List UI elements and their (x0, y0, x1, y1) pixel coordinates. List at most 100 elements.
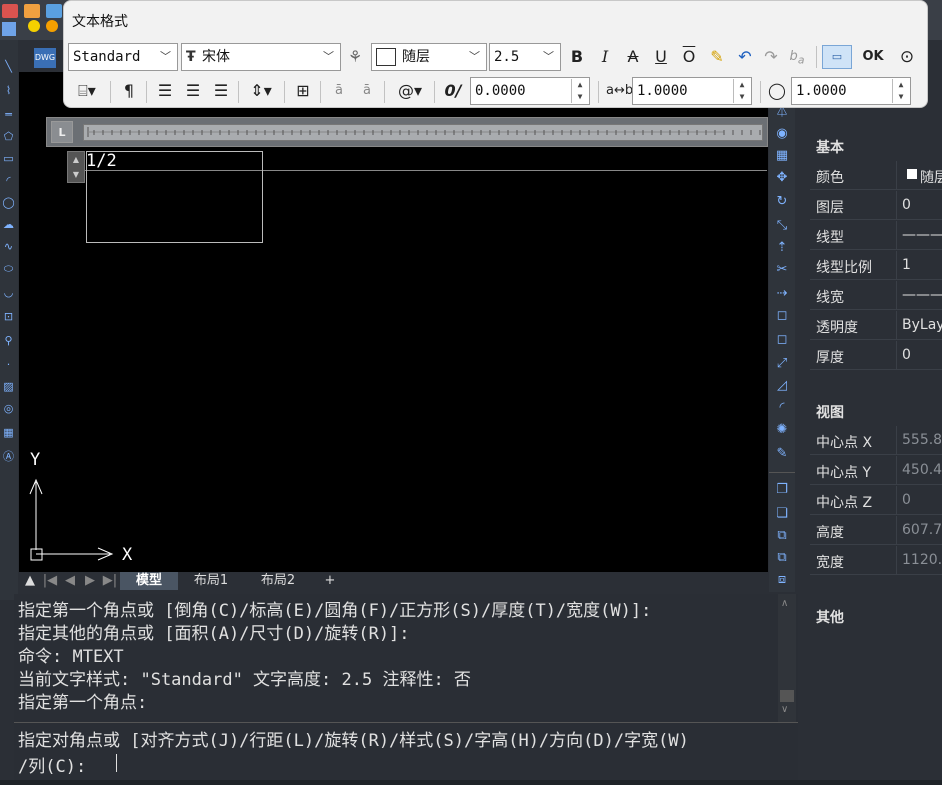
italic-button[interactable]: I (594, 46, 616, 68)
prop-row-linetype-scale[interactable]: 线型比例 1 (810, 251, 942, 280)
prop-row-height[interactable]: 高度 607.7 (810, 516, 942, 545)
redo-icon[interactable]: ↷ (760, 46, 782, 68)
break-tool-icon[interactable]: ◻ (774, 332, 790, 348)
tracking-stepper[interactable]: ▲ ▼ (733, 79, 749, 103)
ellipse-tool-icon[interactable]: ⬭ (2, 262, 15, 275)
insert-block-icon[interactable]: ⊡ (2, 310, 15, 323)
oblique-angle-stepper[interactable]: ▲ ▼ (571, 79, 587, 103)
dwg-file-icon[interactable]: DWG (34, 48, 56, 68)
strikethrough-button[interactable]: A (622, 46, 644, 68)
overline-button[interactable]: O (678, 46, 700, 68)
basic-section-title[interactable]: 基本 (816, 137, 844, 157)
tab-first-icon[interactable]: |◀ (41, 572, 59, 590)
align-left-icon[interactable]: ☰ (154, 80, 176, 102)
scroll-up-icon[interactable]: ∧ (781, 598, 788, 609)
multiline-tool-icon[interactable]: ═ (2, 108, 15, 121)
tab-scroll-up-icon[interactable]: ▲ (21, 572, 39, 590)
prop-row-center-x[interactable]: 中心点 X 555.8 (810, 426, 942, 455)
polyline-tool-icon[interactable]: ⌇ (2, 84, 15, 97)
undo-icon[interactable]: ↶ (734, 46, 756, 68)
bring-front-icon[interactable]: ❐ (774, 482, 790, 498)
annotative-icon[interactable]: ⚘ (344, 46, 366, 68)
other-section-title[interactable]: 其他 (816, 607, 844, 627)
prop-row-transparency[interactable]: 透明度 ByLay (810, 311, 942, 340)
columns-dropdown-icon[interactable]: ⌸▾ (70, 80, 104, 102)
text-style-select[interactable]: Standard ﹀ (68, 43, 178, 71)
tab-model[interactable]: 模型 (120, 572, 178, 590)
tab-prev-icon[interactable]: ◀ (61, 572, 79, 590)
match-format-brush-icon[interactable]: ✎ (706, 46, 728, 68)
scroll-down-icon[interactable]: ∨ (781, 704, 788, 715)
width-factor-input[interactable]: 1.0000 ▲ ▼ (791, 77, 911, 105)
break-at-point-icon[interactable]: ◻ (774, 308, 790, 324)
prop-row-layer[interactable]: 图层 0 (810, 191, 942, 220)
fillet-tool-icon[interactable]: ◜ (774, 400, 790, 416)
scale-tool-icon[interactable]: ⤡ (774, 218, 790, 234)
tab-type-button[interactable]: L (51, 121, 73, 143)
bring-above-icon[interactable]: ⧉ (774, 528, 790, 544)
layer-manager-icon[interactable] (2, 22, 16, 36)
send-back-icon[interactable]: ❏ (774, 506, 790, 522)
options-expand-icon[interactable]: ⊙ (896, 46, 918, 68)
circle-tool-icon[interactable]: ◯ (2, 196, 15, 209)
ruler-toggle-icon[interactable]: ▭ (822, 45, 852, 69)
line-spacing-dropdown-icon[interactable]: ⇕▾ (244, 80, 278, 102)
table-tool-icon[interactable]: ▦ (2, 426, 15, 439)
command-history-scrollbar[interactable]: ∧ ∨ (778, 594, 796, 722)
tab-layout1[interactable]: 布局1 (181, 572, 241, 590)
prop-row-thickness[interactable]: 厚度 0 (810, 341, 942, 370)
prop-row-linetype[interactable]: 线型 ——— (810, 221, 942, 250)
ok-button[interactable]: OK (860, 46, 886, 68)
join-tool-icon[interactable]: ⤢ (774, 356, 790, 372)
make-block-icon[interactable]: ⚲ (2, 334, 15, 347)
oblique-angle-input[interactable]: 0.0000 ▲ ▼ (470, 77, 590, 105)
uppercase-icon[interactable]: ā (328, 80, 350, 102)
bold-button[interactable]: B (566, 46, 588, 68)
extend-tool-icon[interactable]: ⇢ (774, 286, 790, 302)
point-tool-icon[interactable]: · (2, 358, 15, 371)
stretch-tool-icon[interactable]: ⇡ (774, 240, 790, 256)
stepper-up-icon[interactable]: ▲ (893, 79, 909, 91)
stepper-down-icon[interactable]: ▼ (893, 91, 909, 103)
arc-tool-icon[interactable]: ◜ (2, 174, 15, 187)
tab-last-icon[interactable]: ▶| (101, 572, 119, 590)
align-right-icon[interactable]: ☰ (210, 80, 232, 102)
tab-next-icon[interactable]: ▶ (81, 572, 99, 590)
layer-freeze-icon[interactable] (46, 20, 58, 32)
stepper-up-icon[interactable]: ▲ (572, 79, 588, 91)
explode-tool-icon[interactable]: ✺ (774, 422, 790, 438)
spline-tool-icon[interactable]: ∿ (2, 240, 15, 253)
polygon-tool-icon[interactable]: ⬠ (2, 130, 15, 143)
layer-on-icon[interactable] (28, 20, 40, 32)
mtext-content[interactable]: 1/2 (86, 151, 117, 171)
prop-row-color[interactable]: 颜色 随层 (810, 161, 942, 190)
symbol-dropdown[interactable]: @▾ (392, 80, 428, 102)
text-height-select[interactable]: 2.5 ﹀ (489, 43, 561, 71)
view-section-title[interactable]: 视图 (816, 402, 844, 422)
rotate-tool-icon[interactable]: ↻ (774, 194, 790, 210)
open-file-icon[interactable] (24, 4, 40, 18)
region-tool-icon[interactable]: ◎ (2, 402, 15, 415)
underline-button[interactable]: U (650, 46, 672, 68)
prop-row-center-y[interactable]: 中心点 Y 450.4 (810, 456, 942, 485)
ellipse-arc-tool-icon[interactable]: ◡ (2, 286, 15, 299)
stepper-up-icon[interactable]: ▲ (734, 79, 750, 91)
paragraph-icon[interactable]: ¶ (118, 80, 140, 102)
lowercase-icon[interactable]: ā (356, 80, 378, 102)
move-tool-icon[interactable]: ✥ (774, 170, 790, 186)
hatch-tool-icon[interactable]: ▨ (2, 380, 15, 393)
insert-field-icon[interactable]: ⊞ (292, 80, 314, 102)
array-tool-icon[interactable]: ▦ (774, 148, 790, 164)
font-select[interactable]: Ŧ 宋体 ﹀ (181, 43, 341, 71)
align-center-icon[interactable]: ☰ (182, 80, 204, 102)
edit-block-icon[interactable]: ✎ (774, 446, 790, 462)
app-menu-icon[interactable] (2, 4, 18, 18)
text-front-icon[interactable]: ⧈ (774, 572, 790, 588)
stack-icon[interactable]: ba (786, 46, 808, 68)
scroll-thumb[interactable] (780, 690, 794, 702)
prop-row-width[interactable]: 宽度 1120. (810, 546, 942, 575)
tab-layout2[interactable]: 布局2 (247, 572, 309, 590)
width-factor-stepper[interactable]: ▲ ▼ (892, 79, 908, 103)
save-file-icon[interactable] (46, 4, 62, 18)
tracking-input[interactable]: 1.0000 ▲ ▼ (632, 77, 752, 105)
